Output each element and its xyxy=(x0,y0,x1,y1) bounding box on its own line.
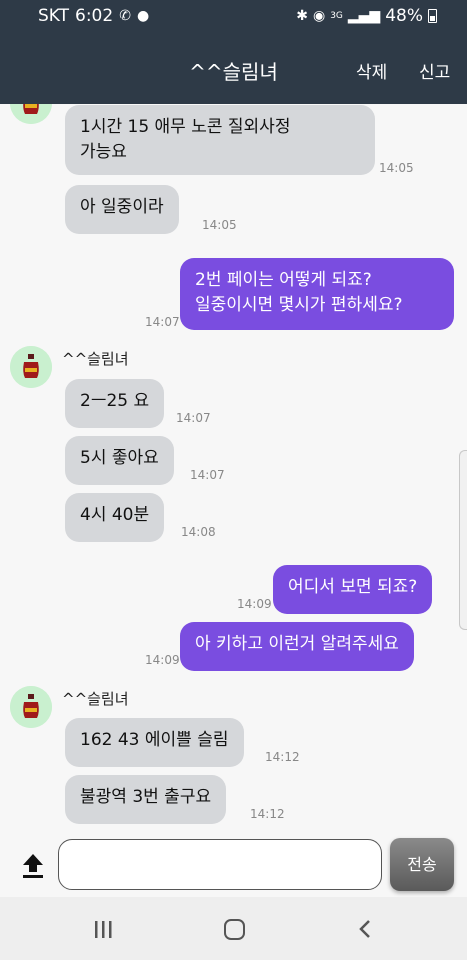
battery-percent-label: 48% xyxy=(385,6,423,26)
vase-avatar-icon[interactable] xyxy=(10,346,52,388)
message-input[interactable] xyxy=(58,839,382,890)
message-bubble-incoming[interactable]: 1시간 15 애무 노콘 질외사정 가능요 xyxy=(65,105,375,175)
message-text: 아 키하고 이런거 알려주세요 xyxy=(195,634,399,654)
message-bubble-incoming[interactable]: 162 43 에이쁠 슬림 xyxy=(65,718,244,767)
message-text: 162 43 에이쁠 슬림 xyxy=(80,730,229,750)
message-text: 어디서 보면 되죠? xyxy=(288,577,418,597)
message-time: 14:12 xyxy=(265,750,300,764)
signal-icon: ▂▄▆ xyxy=(347,8,381,24)
message-text-line: 2번 페이는 어떻게 되죠? xyxy=(195,270,372,290)
message-time: 14:07 xyxy=(145,315,180,329)
location-icon: ◉ xyxy=(312,8,326,24)
report-button[interactable]: 신고 xyxy=(419,58,450,83)
bluetooth-icon: ✱ xyxy=(296,8,308,24)
chat-header: ^^슬림녀 삭제 신고 xyxy=(0,34,467,104)
message-time: 14:05 xyxy=(202,218,237,232)
message-time: 14:07 xyxy=(190,468,225,482)
message-text: 불광역 3번 출구요 xyxy=(80,787,212,807)
message-time: 14:09 xyxy=(237,597,272,611)
message-bubble-incoming[interactable]: 아 일중이라 xyxy=(65,185,179,234)
scrollbar[interactable] xyxy=(459,450,467,630)
home-icon[interactable] xyxy=(224,919,245,940)
message-text-line: 일중이시면 몇시가 편하세요? xyxy=(195,295,403,315)
vase-avatar-icon[interactable] xyxy=(10,686,52,728)
message-time: 14:09 xyxy=(145,653,180,667)
phone-icon: ✆ xyxy=(119,8,131,24)
vase-avatar-icon[interactable] xyxy=(10,104,52,124)
message-text-line: 1시간 15 애무 노콘 질외사정 xyxy=(80,117,291,137)
message-bubble-incoming[interactable]: 2ㅡ25 요 xyxy=(65,379,165,428)
system-nav-bar xyxy=(0,897,467,960)
send-button[interactable]: 전송 xyxy=(390,838,454,891)
message-text-line: 가능요 xyxy=(80,142,127,162)
clock-label: 6:02 xyxy=(75,6,114,26)
message-bubble-outgoing[interactable]: 아 키하고 이런거 알려주세요 xyxy=(180,622,414,671)
message-list[interactable]: 1시간 15 애무 노콘 질외사정 가능요 14:05 아 일중이라 14:05… xyxy=(0,104,467,897)
battery-icon xyxy=(428,9,437,23)
message-text: 아 일중이라 xyxy=(80,197,164,217)
message-time: 14:12 xyxy=(250,807,285,821)
recent-apps-icon[interactable] xyxy=(93,921,113,938)
message-bubble-outgoing[interactable]: 어디서 보면 되죠? xyxy=(273,565,433,614)
back-icon[interactable] xyxy=(357,919,373,939)
message-time: 14:07 xyxy=(176,411,211,425)
delete-button[interactable]: 삭제 xyxy=(356,58,387,83)
message-time: 14:08 xyxy=(181,525,216,539)
network-type-label: 3G xyxy=(330,10,343,21)
message-text: 2ㅡ25 요 xyxy=(80,391,150,411)
message-bubble-incoming[interactable]: 5시 좋아요 xyxy=(65,436,174,485)
sender-name: ^^슬림녀 xyxy=(62,350,129,368)
message-bubble-incoming[interactable]: 불광역 3번 출구요 xyxy=(65,775,227,824)
status-bar: SKT 6:02 ✆ ● ✱ ◉ 3G ▂▄▆ 48% xyxy=(0,0,467,34)
message-text: 5시 좋아요 xyxy=(80,448,159,468)
message-bubble-outgoing[interactable]: 2번 페이는 어떻게 되죠? 일중이시면 몇시가 편하세요? xyxy=(180,258,454,330)
upload-icon[interactable] xyxy=(20,852,46,880)
message-bubble-incoming[interactable]: 4시 40분 xyxy=(65,493,165,542)
chat-bubble-icon: ● xyxy=(136,8,150,24)
sender-name: ^^슬림녀 xyxy=(62,690,129,708)
carrier-label: SKT xyxy=(38,6,70,26)
message-time: 14:05 xyxy=(379,161,414,175)
message-text: 4시 40분 xyxy=(80,505,150,525)
chat-title: ^^슬림녀 xyxy=(189,60,278,84)
